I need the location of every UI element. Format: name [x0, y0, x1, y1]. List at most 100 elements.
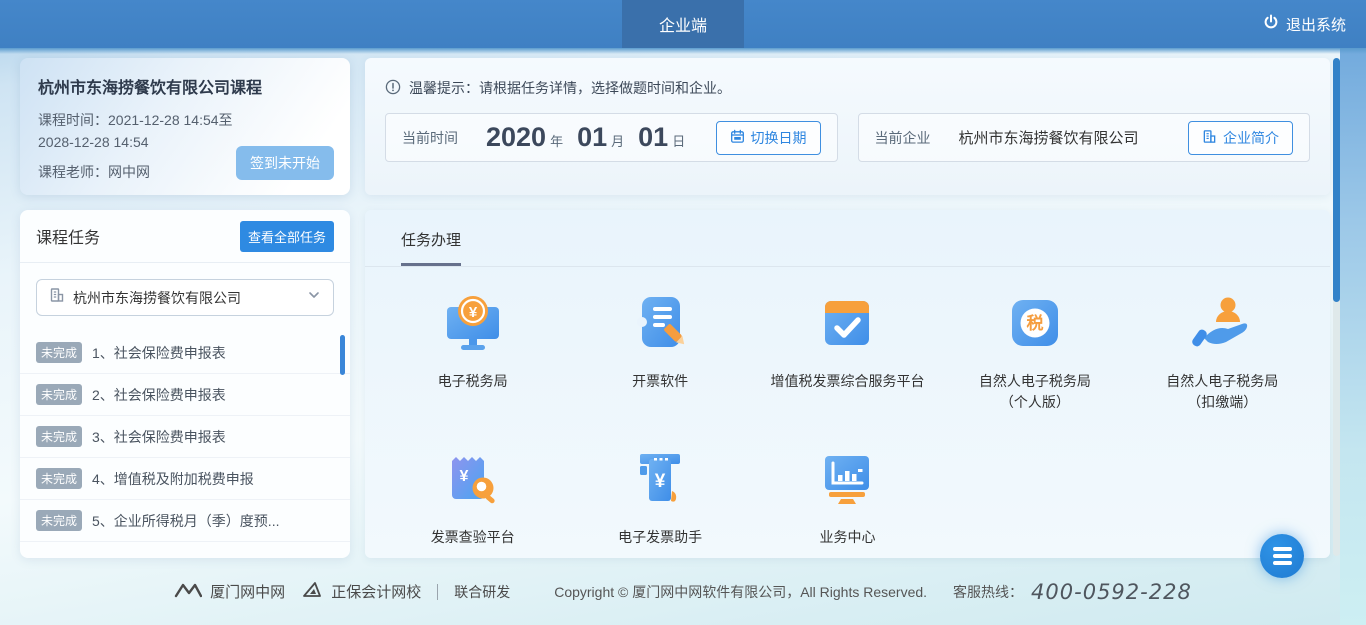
date-day-unit: 日 — [672, 131, 685, 150]
apps-grid: ¥ 电子税务局 开票软件 — [365, 267, 1330, 548]
footer-divider — [437, 584, 438, 600]
tax-app-icon: 税 — [1003, 342, 1067, 359]
tab-task-handling[interactable]: 任务办理 — [401, 229, 461, 266]
task-row[interactable]: 未完成 5、企业所得税月（季）度预... — [20, 500, 350, 542]
task-row[interactable]: 未完成 4、增值税及附加税费申报 — [20, 458, 350, 500]
info-panel: 温馨提示：请根据任务详情，选择做题时间和企业。 当前时间 2020 年 01 月… — [365, 58, 1330, 195]
page-scrollbar-track[interactable] — [1333, 58, 1340, 556]
top-bar: 企业端 退出系统 — [0, 0, 1366, 48]
power-icon — [1263, 14, 1279, 34]
app-label: 增值税发票综合服务平台 — [762, 371, 932, 392]
svg-text:¥: ¥ — [459, 468, 468, 485]
etax-monitor-yen-icon: ¥ — [441, 342, 505, 359]
course-teacher-name: 网中网 — [108, 164, 150, 180]
current-time-box: 当前时间 2020 年 01 月 01 日 切换日期 — [385, 113, 838, 162]
date-year-unit: 年 — [550, 131, 563, 150]
svg-text:税: 税 — [1026, 313, 1043, 333]
switch-date-button[interactable]: 切换日期 — [716, 121, 821, 155]
logout-label: 退出系统 — [1286, 14, 1346, 35]
task-row[interactable]: 未完成 2、社会保险费申报表 — [20, 374, 350, 416]
app-business-center[interactable]: 业务中心 — [762, 447, 932, 548]
current-company-box: 当前企业 杭州市东海捞餐饮有限公司 企业简介 — [858, 113, 1311, 162]
hotline-label: 客服热线： — [953, 582, 1023, 602]
app-natural-person-etax-withholding[interactable]: 自然人电子税务局 （扣缴端） — [1137, 291, 1307, 413]
task-row[interactable]: 未完成 1、社会保险费申报表 — [20, 332, 350, 374]
building-icon — [1202, 129, 1217, 147]
date-month: 01 — [577, 122, 607, 153]
brand-label: 正保会计网校 — [331, 581, 421, 602]
status-badge: 未完成 — [36, 426, 82, 447]
svg-text:¥: ¥ — [469, 304, 478, 321]
app-invoicing-software[interactable]: 开票软件 — [575, 291, 745, 413]
course-tasks-panel: 课程任务 查看全部任务 杭州市东海捞餐饮有限公司 未完成 1、社会保险费申报表 … — [20, 210, 350, 558]
task-label: 1、社会保险费申报表 — [92, 343, 226, 363]
background-edge-strip — [1340, 48, 1366, 625]
notice-text: 温馨提示：请根据任务详情，选择做题时间和企业。 — [409, 78, 731, 98]
document-pencil-icon — [628, 342, 692, 359]
task-list-scrollbar-thumb[interactable] — [340, 335, 345, 375]
hotline: 客服热线： 400-0592-228 — [953, 580, 1192, 604]
calendar-icon — [730, 129, 745, 147]
app-etax-bureau[interactable]: ¥ 电子税务局 — [388, 291, 558, 413]
date-day: 01 — [638, 122, 668, 153]
hamburger-icon — [1273, 554, 1292, 558]
current-date: 2020 年 01 月 01 日 — [486, 122, 699, 153]
view-all-tasks-button[interactable]: 查看全部任务 — [240, 221, 334, 252]
course-card: 杭州市东海捞餐饮有限公司课程 课程时间：2021-12-28 14:54至 20… — [20, 58, 350, 195]
course-time-from: 2021-12-28 14:54至 — [108, 112, 233, 128]
logout-button[interactable]: 退出系统 — [1263, 0, 1346, 48]
app-vat-invoice-platform[interactable]: 增值税发票综合服务平台 — [762, 291, 932, 413]
receipt-magnifier-icon: ¥ — [441, 498, 505, 515]
task-label: 3、社会保险费申报表 — [92, 427, 226, 447]
checkmark-document-icon — [815, 342, 879, 359]
page-scrollbar-thumb[interactable] — [1333, 58, 1340, 302]
task-label: 2、社会保险费申报表 — [92, 385, 226, 405]
app-einvoice-assistant[interactable]: ¥ 电子发票助手 — [575, 447, 745, 548]
tasks-title: 课程任务 — [36, 224, 100, 248]
course-time: 课程时间：2021-12-28 14:54至 — [38, 109, 332, 131]
task-handling-panel: 任务办理 ¥ 电子税务局 — [365, 210, 1330, 558]
chart-monitor-icon — [815, 498, 879, 515]
chevron-down-icon — [307, 288, 321, 307]
course-time-label: 课程时间： — [38, 112, 108, 128]
brand-wangzhongwang: 厦门网中网 — [174, 581, 285, 602]
brand-zhengbao: 正保会计网校 — [301, 581, 421, 603]
company-intro-button[interactable]: 企业简介 — [1188, 121, 1293, 155]
current-company-name: 杭州市东海捞餐饮有限公司 — [959, 127, 1139, 148]
brand-label: 厦门网中网 — [210, 581, 285, 602]
zigzag-logo-icon — [174, 582, 202, 602]
app-sublabel: （扣缴端） — [1137, 392, 1307, 413]
hand-person-icon — [1190, 342, 1254, 359]
app-invoice-check-platform[interactable]: ¥ 发票查验平台 — [388, 447, 558, 548]
hamburger-icon — [1273, 561, 1292, 565]
floating-menu-button[interactable] — [1260, 534, 1304, 578]
tab-enterprise-label: 企业端 — [659, 12, 707, 36]
tasks-header: 课程任务 查看全部任务 — [20, 210, 350, 263]
company-select-value: 杭州市东海捞餐饮有限公司 — [73, 288, 299, 308]
status-badge: 未完成 — [36, 510, 82, 531]
hamburger-icon — [1273, 547, 1292, 551]
switch-date-label: 切换日期 — [751, 128, 807, 148]
task-row[interactable]: 未完成 3、社会保险费申报表 — [20, 416, 350, 458]
company-select[interactable]: 杭州市东海捞餐饮有限公司 — [36, 279, 334, 316]
app-label: 电子发票助手 — [575, 527, 745, 548]
panel-tabs: 任务办理 — [365, 210, 1330, 267]
info-icon — [385, 79, 401, 98]
app-label: 自然人电子税务局 — [950, 371, 1120, 392]
tab-enterprise[interactable]: 企业端 — [622, 0, 744, 48]
building-icon — [49, 287, 65, 308]
date-year: 2020 — [486, 122, 546, 153]
current-company-label: 当前企业 — [875, 128, 931, 148]
svg-text:¥: ¥ — [655, 471, 666, 492]
app-label: 自然人电子税务局 — [1137, 371, 1307, 392]
copyright-text: Copyright © 厦门网中网软件有限公司，All Rights Reser… — [554, 582, 927, 602]
triangle-ruler-logo-icon — [301, 581, 323, 603]
status-badge: 未完成 — [36, 342, 82, 363]
status-badge: 未完成 — [36, 384, 82, 405]
task-label: 5、企业所得税月（季）度预... — [92, 511, 279, 531]
task-label: 4、增值税及附加税费申报 — [92, 469, 254, 489]
status-badge: 未完成 — [36, 468, 82, 489]
app-natural-person-etax-personal[interactable]: 税 自然人电子税务局 （个人版） — [950, 291, 1120, 413]
signin-button[interactable]: 签到未开始 — [236, 146, 334, 180]
app-label: 发票查验平台 — [388, 527, 558, 548]
